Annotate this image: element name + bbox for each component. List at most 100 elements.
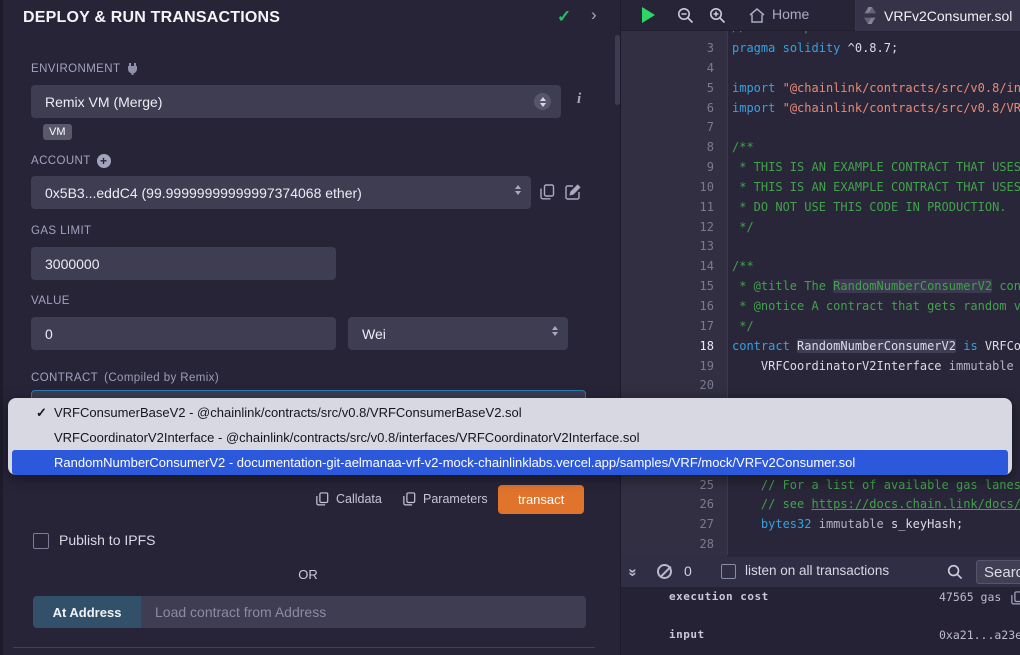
contract-option[interactable]: VRFCoordinatorV2Interface - @chainlink/c… [8,425,1012,450]
terminal-detail-value: 0xa21...a23e4 [939,628,1020,642]
line-number: 9 [621,158,727,178]
code-line[interactable]: 12 */ [621,218,1020,238]
account-select[interactable]: 0x5B3...eddC4 (99.99999999999997374068 e… [31,176,531,209]
code-line[interactable]: 13 [621,237,1020,257]
code-line[interactable]: 27 bytes32 immutable s_keyHash; [621,515,1020,535]
chevron-right-icon[interactable]: › [591,5,597,25]
code-text: contract RandomNumberConsumerV2 is VRFCo… [727,337,1020,357]
value-input[interactable] [45,326,322,342]
code-line[interactable]: 26 // see https://docs.chain.link/docs/v… [621,495,1020,515]
code-line[interactable]: 5import "@chainlink/contracts/src/v0.8/i… [621,79,1020,99]
code-line[interactable]: 25 // For a list of available gas lanes … [621,476,1020,496]
at-address-input[interactable] [155,604,572,620]
parameters-action[interactable]: Parameters [403,492,488,506]
code-line[interactable]: 19 VRFCoordinatorV2Interface immutable C… [621,357,1020,377]
code-line[interactable]: 6import "@chainlink/contracts/src/v0.8/V… [621,99,1020,119]
contract-option[interactable]: ✓ VRFConsumerBaseV2 - @chainlink/contract… [8,400,1012,425]
code-text: import "@chainlink/contracts/src/v0.8/in… [727,79,1020,99]
line-number: 10 [621,178,727,198]
contract-option[interactable]: RandomNumberConsumerV2 - documentation-g… [12,450,1008,475]
code-line[interactable]: 16 * @notice A contract that gets random… [621,297,1020,317]
home-icon[interactable] [748,7,766,24]
code-lines: // An example of a consumer contract tha… [621,31,1020,555]
line-number: 6 [621,99,727,119]
publish-ipfs-checkbox[interactable] [33,533,49,549]
code-text [727,376,1020,396]
terminal-detail-value: 47565 gas [939,590,1001,604]
selected-check-icon: ✓ [36,405,47,421]
add-account-icon[interactable]: + [97,154,111,168]
terminal-detail-row: input 0xa21...a23e4 [621,628,1020,646]
code-line[interactable]: 11 * DO NOT USE THIS CODE IN PRODUCTION. [621,198,1020,218]
editor-toolbar: Home VRFv2Consumer.sol ✕ [620,0,1020,31]
edit-account-icon[interactable] [565,184,581,200]
line-number: 14 [621,257,727,277]
code-text: // An example of a consumer contract tha… [727,31,1020,39]
calldata-action[interactable]: Calldata [316,492,382,506]
zoom-in-icon[interactable] [709,7,726,24]
code-editor[interactable]: // An example of a consumer contract tha… [620,31,1020,557]
code-text: VRFCoordinatorV2Interface immutable COOR… [727,357,1020,377]
line-number: 18 [621,337,727,357]
code-line[interactable]: 9 * THIS IS AN EXAMPLE CONTRACT THAT USE… [621,158,1020,178]
vm-badge: VM [43,124,72,140]
zoom-out-icon[interactable] [677,7,694,24]
tab-vrfv2consumer[interactable]: VRFv2Consumer.sol ✕ [856,0,1020,31]
line-number: 15 [621,277,727,297]
code-line[interactable]: 28 [621,535,1020,555]
value-unit: Wei [362,326,386,342]
account-label: ACCOUNT + [31,154,111,168]
code-line[interactable]: 14/** [621,257,1020,277]
code-line[interactable]: 8/** [621,138,1020,158]
clear-console-icon[interactable] [657,564,672,579]
code-text: import "@chainlink/contracts/src/v0.8/VR… [727,99,1020,119]
terminal-search-wrap [976,560,1020,584]
code-text: pragma solidity ^0.8.7; [727,39,1020,59]
terminal-detail-label: input [669,628,705,641]
value-field-wrap [31,317,336,350]
copy-account-icon[interactable] [540,184,555,200]
line-number: 26 [621,495,727,515]
terminal-detail-row: execution cost47565 gas [621,590,1020,608]
code-line[interactable]: // An example of a consumer contract tha… [621,31,1020,39]
caret-updown-icon [552,326,558,336]
line-number: 5 [621,79,727,99]
code-line[interactable]: 3pragma solidity ^0.8.7; [621,39,1020,59]
line-number: 7 [621,118,727,138]
expand-terminal-icon[interactable]: » [625,568,642,576]
environment-select[interactable]: Remix VM (Merge) [31,85,561,118]
line-number: 17 [621,317,727,337]
code-line[interactable]: 10 * THIS IS AN EXAMPLE CONTRACT THAT US… [621,178,1020,198]
copy-icon [316,492,329,506]
code-text: /** [727,257,1020,277]
parameters-label: Parameters [423,492,488,506]
code-line[interactable]: 17 */ [621,317,1020,337]
environment-label: ENVIRONMENT [31,62,139,76]
contract-option-label: VRFCoordinatorV2Interface - @chainlink/c… [54,430,639,445]
code-text: * @title The RandomNumberConsumerV2 cont… [727,277,1020,297]
terminal-search-input[interactable] [984,564,1020,581]
value-unit-select[interactable]: Wei [348,317,568,350]
code-line[interactable]: 20 [621,376,1020,396]
line-number: 4 [621,59,727,79]
run-script-icon[interactable] [642,7,655,23]
compile-success-check-icon: ✓ [557,7,571,27]
gas-limit-label: GAS LIMIT [31,225,91,237]
tab-home[interactable]: Home [772,6,809,22]
copy-icon [403,492,416,506]
code-line[interactable]: 4 [621,59,1020,79]
line-number: 28 [621,535,727,555]
contract-option-label: VRFConsumerBaseV2 - @chainlink/contracts… [54,405,522,420]
gas-limit-input[interactable] [45,256,322,272]
tab-filename: VRFv2Consumer.sol [884,8,1012,24]
code-line[interactable]: 15 * @title The RandomNumberConsumerV2 c… [621,277,1020,297]
transact-button[interactable]: transact [498,485,584,514]
code-line[interactable]: 18contract RandomNumberConsumerV2 is VRF… [621,337,1020,357]
info-icon[interactable]: i [577,91,581,108]
listen-all-checkbox[interactable] [721,564,736,579]
copy-icon[interactable] [1011,591,1020,605]
or-divider-label: OR [3,567,613,582]
code-text [727,59,1020,79]
at-address-button[interactable]: At Address [33,596,141,628]
code-line[interactable]: 7 [621,118,1020,138]
